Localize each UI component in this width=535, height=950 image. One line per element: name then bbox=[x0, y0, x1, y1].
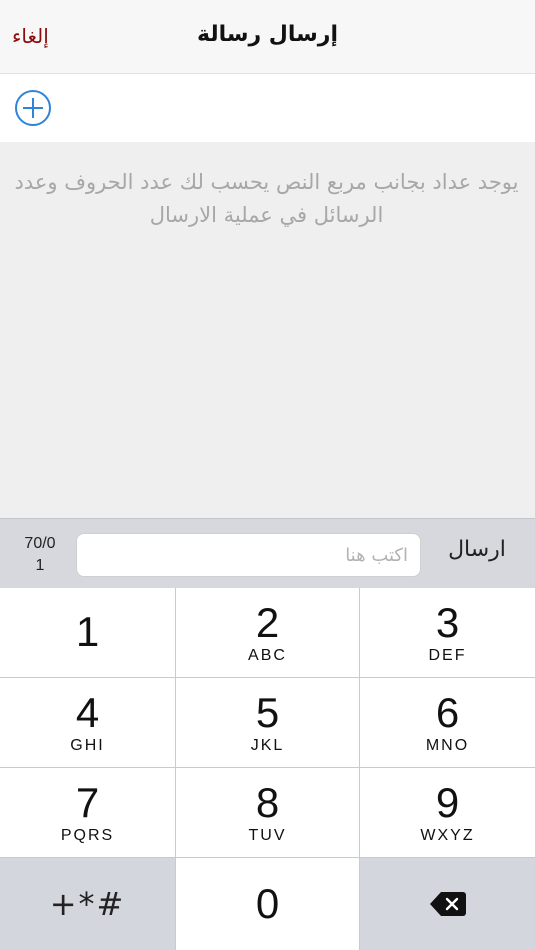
plus-circle-icon[interactable] bbox=[14, 89, 52, 127]
key-letters: ABC bbox=[248, 646, 287, 664]
key-1[interactable]: 1 bbox=[0, 588, 175, 677]
char-count: 70/0 bbox=[24, 535, 56, 552]
symbols-key[interactable]: +*# bbox=[0, 858, 175, 950]
key-letters: GHI bbox=[70, 736, 105, 754]
key-digit: 1 bbox=[75, 607, 100, 655]
recipient-row bbox=[0, 74, 535, 142]
key-6[interactable]: 6 MNO bbox=[360, 678, 535, 767]
page-title: إرسال رسالة bbox=[196, 22, 338, 47]
symbols-label: +*# bbox=[49, 885, 126, 923]
key-letters: PQRS bbox=[60, 826, 115, 844]
key-digit: 3 bbox=[435, 598, 460, 646]
numeric-keypad: 1 2 ABC 3 DEF 4 GHI 5 JKL 6 MNO 7 PQRS 8… bbox=[0, 588, 535, 950]
key-letters: TUV bbox=[248, 826, 287, 844]
key-7[interactable]: 7 PQRS bbox=[0, 768, 175, 857]
key-9[interactable]: 9 WXYZ bbox=[360, 768, 535, 857]
key-digit: 5 bbox=[255, 688, 280, 736]
message-input[interactable] bbox=[76, 533, 421, 577]
key-letters: MNO bbox=[425, 736, 470, 754]
key-digit: 0 bbox=[255, 880, 280, 927]
send-button[interactable]: ارسال bbox=[432, 537, 522, 562]
navigation-bar: إلغاء إرسال رسالة bbox=[0, 0, 535, 74]
delete-key[interactable] bbox=[360, 858, 535, 950]
key-3[interactable]: 3 DEF bbox=[360, 588, 535, 677]
key-2[interactable]: 2 ABC bbox=[176, 588, 359, 677]
hint-text: يوجد عداد بجانب مربع النص يحسب لك عدد ال… bbox=[14, 170, 519, 227]
key-8[interactable]: 8 TUV bbox=[176, 768, 359, 857]
key-digit: 2 bbox=[255, 598, 280, 646]
key-0[interactable]: 0 bbox=[176, 858, 359, 950]
character-counter: 70/0 1 bbox=[8, 533, 72, 577]
input-bar: 70/0 1 ارسال bbox=[0, 518, 535, 588]
key-digit: 6 bbox=[435, 688, 460, 736]
key-letters: DEF bbox=[428, 646, 467, 664]
key-digit: 9 bbox=[435, 778, 460, 826]
message-count: 1 bbox=[35, 557, 45, 574]
key-4[interactable]: 4 GHI bbox=[0, 678, 175, 767]
key-digit: 8 bbox=[255, 778, 280, 826]
key-digit: 4 bbox=[75, 688, 100, 736]
message-area: يوجد عداد بجانب مربع النص يحسب لك عدد ال… bbox=[0, 142, 535, 518]
key-letters: JKL bbox=[250, 736, 285, 754]
key-letters: WXYZ bbox=[420, 826, 475, 844]
key-digit: 7 bbox=[75, 778, 100, 826]
key-5[interactable]: 5 JKL bbox=[176, 678, 359, 767]
backspace-icon bbox=[429, 892, 466, 916]
